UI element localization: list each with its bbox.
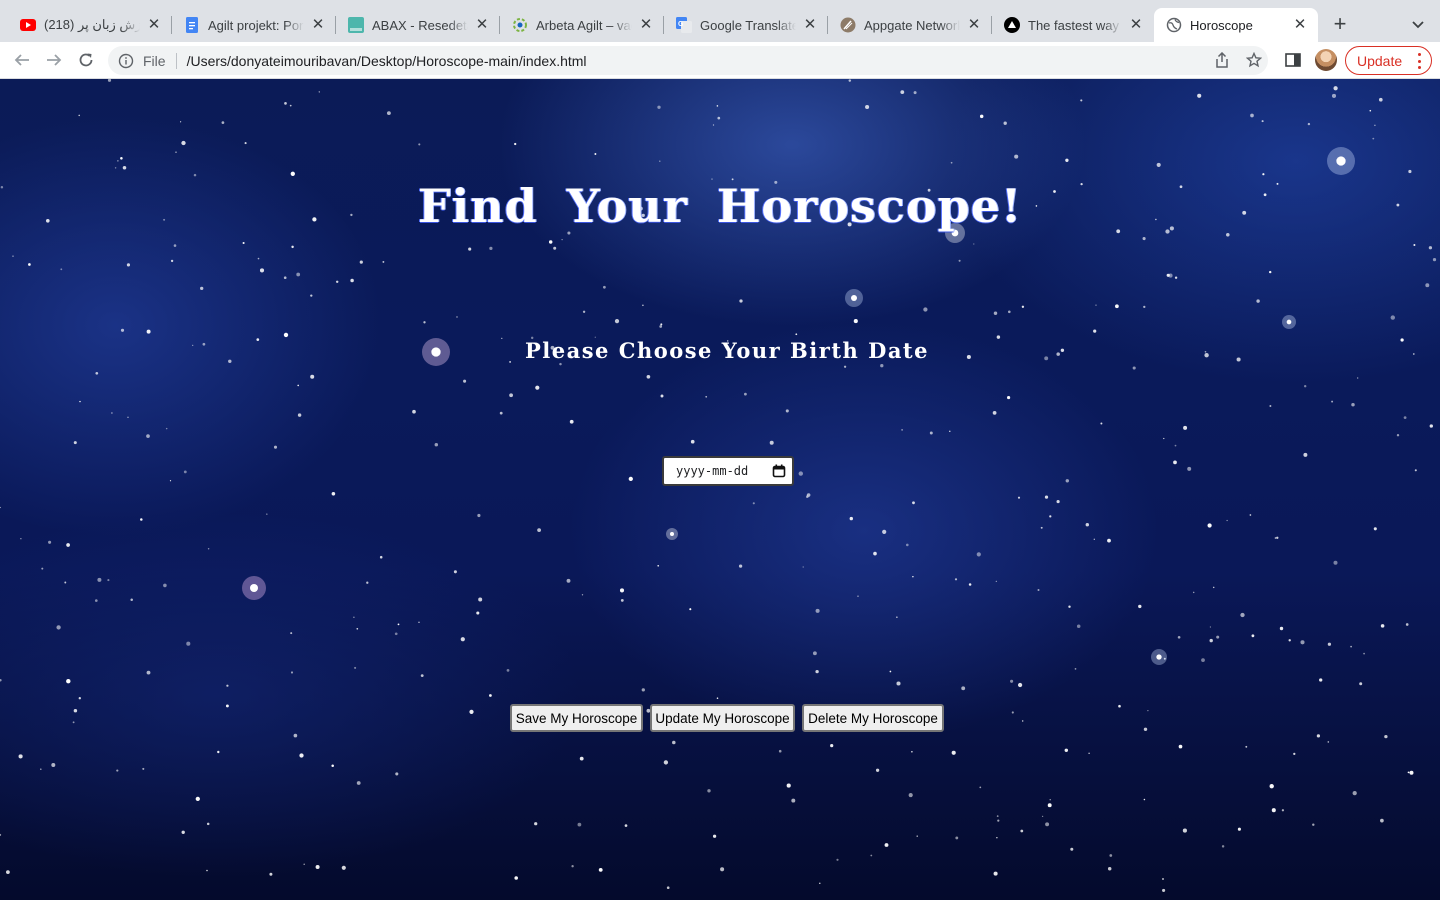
- tab-title: Arbeta Agilt – vad: [536, 17, 632, 33]
- tab-arbeta-agilt[interactable]: Arbeta Agilt – vad ✕: [500, 8, 664, 42]
- tab-agilt-projekt[interactable]: Agilt projekt: Port ✕: [172, 8, 336, 42]
- profile-avatar[interactable]: [1315, 49, 1337, 71]
- tab-search-chevron-icon[interactable]: [1406, 13, 1430, 37]
- close-tab-icon[interactable]: ✕: [1128, 17, 1144, 33]
- birth-date-input[interactable]: yyyy-mm-dd: [662, 456, 794, 486]
- scheme-label: File: [143, 52, 166, 69]
- page-viewport: Find Your Horoscope! Please Choose Your …: [0, 79, 1440, 900]
- page-title: Find Your Horoscope!: [417, 179, 1023, 233]
- tab-abax[interactable]: ABAX - Resedetal ✕: [336, 8, 500, 42]
- close-tab-icon[interactable]: ✕: [802, 17, 818, 33]
- triangle-icon: [1004, 17, 1020, 33]
- save-horoscope-button[interactable]: Save My Horoscope: [510, 704, 643, 732]
- tab-appgate[interactable]: Appgate Network ✕: [828, 8, 992, 42]
- tab-title: Google Translate: [700, 17, 796, 33]
- forward-arrow-icon[interactable]: [42, 48, 66, 72]
- date-placeholder: yyyy-mm-dd: [676, 464, 749, 478]
- tab-title: Appgate Network: [864, 17, 960, 33]
- tab-fastest-way[interactable]: The fastest way t ✕: [992, 8, 1154, 42]
- address-bar[interactable]: File /Users/donyateimouribavan/Desktop/H…: [108, 46, 1268, 75]
- tab-title: ABAX - Resedetal: [372, 17, 468, 33]
- update-button[interactable]: Update: [1345, 46, 1432, 75]
- browser-toolbar: File /Users/donyateimouribavan/Desktop/H…: [0, 42, 1440, 79]
- arbeta-agilt-icon: [512, 17, 528, 33]
- tab-title: Horoscope: [1190, 17, 1253, 33]
- omnibox-divider: [175, 52, 177, 69]
- tab-title: Agilt projekt: Port: [208, 17, 304, 33]
- close-tab-icon[interactable]: ✕: [310, 17, 326, 33]
- youtube-icon: [20, 17, 36, 33]
- page-subtitle: Please Choose Your Birth Date: [525, 338, 929, 363]
- reload-icon[interactable]: [74, 48, 98, 72]
- close-tab-icon[interactable]: ✕: [1292, 17, 1308, 33]
- svg-text:G: G: [678, 21, 684, 28]
- calendar-icon[interactable]: [772, 464, 786, 478]
- url-text[interactable]: /Users/donyateimouribavan/Desktop/Horosc…: [187, 53, 587, 69]
- close-tab-icon[interactable]: ✕: [474, 17, 490, 33]
- bookmark-star-icon[interactable]: [1244, 50, 1264, 70]
- globe-icon: [1166, 17, 1182, 33]
- close-tab-icon[interactable]: ✕: [638, 17, 654, 33]
- google-translate-icon: G: [676, 17, 692, 33]
- close-tab-icon[interactable]: ✕: [966, 17, 982, 33]
- tab-strip: (218) آموزش زبان پر ✕ Agilt projekt: Por…: [0, 0, 1440, 42]
- delete-horoscope-button[interactable]: Delete My Horoscope: [802, 704, 944, 732]
- share-icon[interactable]: [1212, 50, 1232, 70]
- update-label: Update: [1357, 52, 1403, 69]
- abax-icon: [348, 17, 364, 33]
- tab-google-translate[interactable]: G Google Translate ✕: [664, 8, 828, 42]
- back-arrow-icon[interactable]: [10, 48, 34, 72]
- tab-title: The fastest way t: [1028, 17, 1122, 33]
- close-tab-icon[interactable]: ✕: [146, 17, 162, 33]
- tab-horoscope[interactable]: Horoscope ✕: [1154, 8, 1318, 42]
- info-icon[interactable]: [118, 53, 134, 69]
- side-panel-icon[interactable]: [1283, 50, 1303, 70]
- new-tab-plus-icon[interactable]: +: [1328, 13, 1352, 37]
- appgate-icon: [840, 17, 856, 33]
- google-docs-icon: [184, 17, 200, 33]
- kebab-menu-icon[interactable]: [1417, 53, 1421, 69]
- update-horoscope-button[interactable]: Update My Horoscope: [650, 704, 795, 732]
- tab-youtube[interactable]: (218) آموزش زبان پر ✕: [8, 8, 172, 42]
- tab-title: (218) آموزش زبان پر: [44, 17, 140, 32]
